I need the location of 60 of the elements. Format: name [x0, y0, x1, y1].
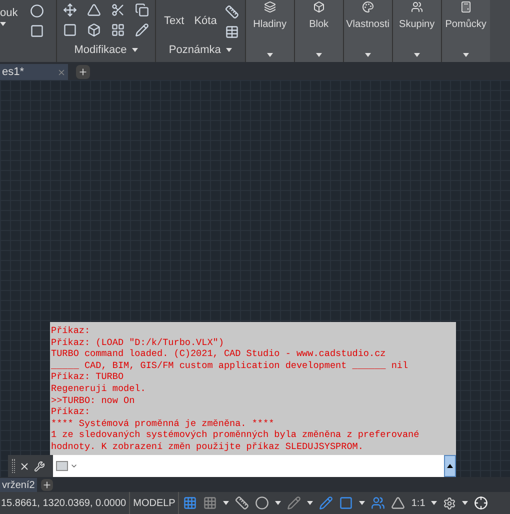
new-tab-icon[interactable]	[40, 479, 53, 491]
caret-icon[interactable]	[226, 48, 232, 52]
history-line: hodnoty. K zobrazení změn použijte příkaz SLEDUJSYSPROM.	[51, 440, 364, 453]
layout-tab[interactable]: vržení2	[0, 478, 37, 492]
square-icon[interactable]	[30, 24, 44, 38]
history-line: >>TURBO: now On	[51, 394, 136, 406]
caret-icon[interactable]	[70, 462, 78, 470]
history-line: TURBO command loaded. (C)2021, CAD Studio - www.cadstudio.cz	[51, 348, 387, 360]
panel-label[interactable]: Modifikace	[74, 42, 127, 58]
history-line: Příkaz:	[51, 406, 92, 418]
history-line: **** Systémová proměnná je změněna. ****	[51, 418, 276, 430]
grid-icon[interactable]	[183, 496, 198, 510]
crosshair-icon[interactable]	[474, 496, 488, 510]
caret-icon[interactable]	[462, 53, 469, 57]
panel-button[interactable]: Hladiny	[253, 17, 286, 32]
caret-icon[interactable]	[266, 53, 273, 57]
tool-button[interactable]: Kóta	[192, 3, 219, 30]
scroll-up-button[interactable]	[444, 455, 456, 477]
caret-icon[interactable]	[462, 501, 468, 505]
caret-icon[interactable]	[223, 501, 230, 505]
caret-icon[interactable]	[275, 501, 282, 505]
caret-icon[interactable]	[132, 48, 138, 52]
tool-button[interactable]: Text	[162, 3, 186, 30]
new-tab-icon[interactable]	[76, 65, 90, 79]
caret-icon[interactable]	[359, 501, 366, 505]
settings-icon[interactable]	[443, 496, 456, 510]
panel-button[interactable]: Skupiny	[399, 17, 435, 32]
history-line: _____ CAD, BIM, GIS/FM custom application development ______ nil	[51, 360, 410, 372]
panel-button[interactable]: Blok	[309, 17, 329, 32]
array-icon[interactable]	[111, 23, 125, 37]
panel-label[interactable]: ouk	[0, 5, 22, 22]
command-input[interactable]	[53, 455, 444, 477]
coordinates-readout: 15.8661, 1320.0369, 0.0000	[0, 496, 128, 510]
caret-icon[interactable]	[364, 53, 371, 57]
scale-readout[interactable]: 1:1	[411, 496, 426, 510]
drawing-canvas[interactable]	[0, 80, 510, 477]
history-line: Regeneruji model.	[51, 382, 147, 395]
history-line: Příkaz: (LOAD "D:/k/Turbo.VLX")	[51, 336, 225, 348]
history-line: Příkaz:	[51, 325, 92, 337]
history-line: Příkaz: TURBO	[51, 371, 125, 383]
palette-icon[interactable]	[362, 1, 374, 13]
copy-icon[interactable]	[135, 3, 149, 17]
caret-icon[interactable]	[0, 22, 6, 26]
caret-icon[interactable]	[414, 53, 420, 57]
caret-icon[interactable]	[316, 53, 322, 57]
move-icon[interactable]	[63, 3, 77, 17]
file-tab[interactable]: es1*	[0, 64, 68, 80]
group-icon[interactable]	[410, 1, 423, 13]
history-line: 1 ze sledovaných systémových proměnných byla změněna z preferované	[51, 429, 420, 441]
caret-icon[interactable]	[307, 501, 314, 505]
layers-icon[interactable]	[264, 1, 276, 13]
close-icon[interactable]	[19, 460, 30, 472]
caret-icon[interactable]	[431, 501, 438, 505]
table-icon[interactable]	[224, 25, 239, 39]
model-button[interactable]: MODELP	[129, 492, 180, 514]
wrench-icon[interactable]	[34, 460, 45, 472]
calculator-icon[interactable]	[460, 1, 472, 13]
block-icon[interactable]	[312, 1, 325, 13]
circle-icon[interactable]	[30, 4, 44, 18]
panel-label[interactable]: Poznámka	[168, 42, 221, 58]
